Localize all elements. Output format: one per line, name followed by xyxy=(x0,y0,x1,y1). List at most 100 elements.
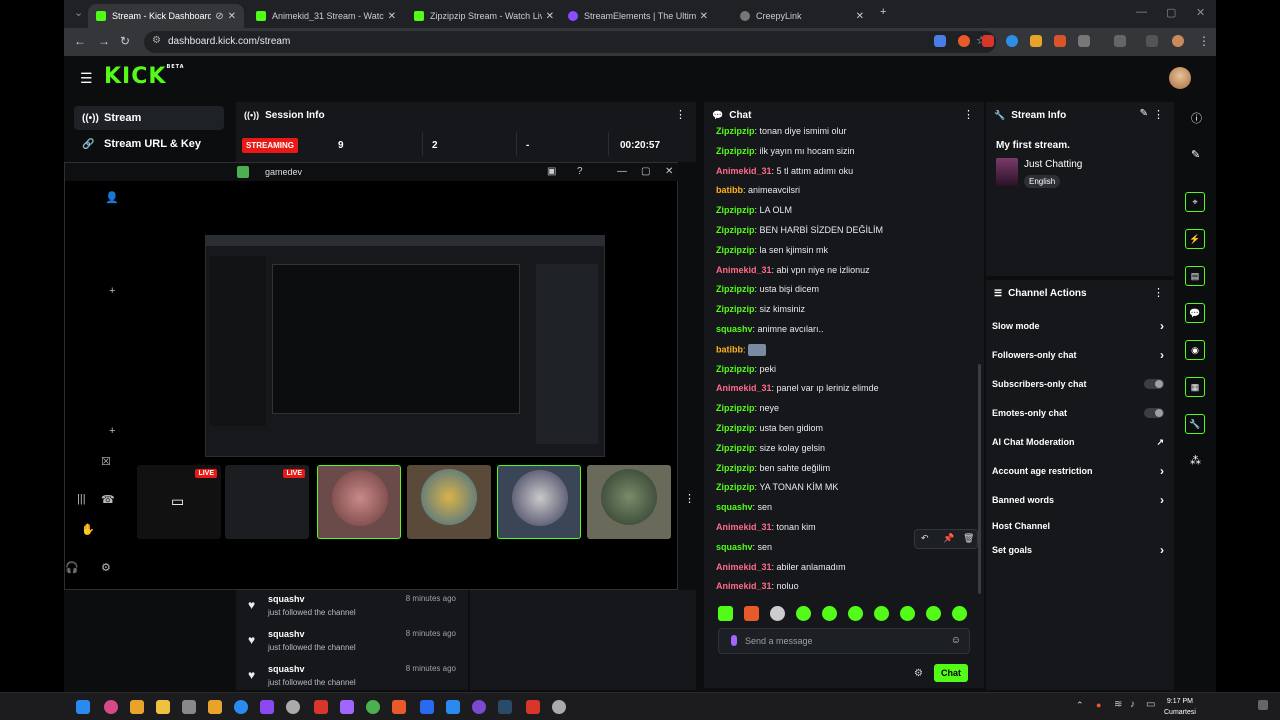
emote-icon[interactable] xyxy=(744,606,759,621)
picture-in-picture-icon[interactable]: ▣ xyxy=(547,166,556,177)
chat-username[interactable]: Animekid_31 xyxy=(716,383,772,393)
windows-start-icon[interactable] xyxy=(76,700,90,714)
close-tab-icon[interactable]: ✕ xyxy=(856,11,864,22)
site-info-icon[interactable]: ⚙ xyxy=(152,35,161,46)
close-tab-icon[interactable]: ✕ xyxy=(228,11,236,22)
taskbar-app-icon[interactable] xyxy=(182,700,196,714)
channel-action-account-age-restriction[interactable]: Account age restriction › xyxy=(992,463,1164,481)
chat-settings-icon[interactable]: ⚙ xyxy=(914,668,923,679)
session-menu-icon[interactable]: ⋮ xyxy=(675,108,686,121)
reply-icon[interactable]: ↶ xyxy=(921,533,929,544)
back-icon[interactable]: ← xyxy=(74,34,86,48)
edit-pencil-icon[interactable]: ✎ xyxy=(1140,108,1148,119)
settings-gear-icon[interactable]: ⚙ xyxy=(101,561,111,574)
chat-username[interactable]: Zipzipzip xyxy=(716,284,755,294)
participant-avatar[interactable] xyxy=(587,465,671,539)
taskbar-app-icon[interactable] xyxy=(286,700,300,714)
taskbar-app-icon[interactable] xyxy=(472,700,486,714)
participant-avatar[interactable] xyxy=(317,465,401,539)
chat-username[interactable]: Animekid_31 xyxy=(716,581,772,591)
maximize-icon[interactable]: ▢ xyxy=(1166,6,1176,19)
taskbar-app-icon[interactable] xyxy=(314,700,328,714)
chat-username[interactable]: batibb xyxy=(716,344,743,354)
emote-icon[interactable] xyxy=(848,606,863,621)
pencil-icon[interactable]: ✎ xyxy=(1191,148,1200,161)
headphones-icon[interactable]: 🎧 xyxy=(65,561,79,574)
forward-icon[interactable]: → xyxy=(98,34,110,48)
chat-username[interactable]: Animekid_31 xyxy=(716,522,772,532)
emote-icon[interactable] xyxy=(770,606,785,621)
close-box-icon[interactable]: ☒ xyxy=(101,455,111,468)
taskbar-app-icon[interactable] xyxy=(526,700,540,714)
chat-username[interactable]: Zipzipzip xyxy=(716,364,755,374)
add-icon[interactable]: + xyxy=(109,285,115,297)
taskbar-app-icon[interactable] xyxy=(104,700,118,714)
wifi-icon[interactable]: ≋ xyxy=(1114,699,1122,710)
emote-icon[interactable] xyxy=(952,606,967,621)
rail-chat-icon[interactable]: 💬 xyxy=(1185,303,1205,323)
chat-username[interactable]: Zipzipzip xyxy=(716,482,755,492)
chat-username[interactable]: batibb xyxy=(716,185,743,195)
taskbar-app-icon[interactable] xyxy=(208,700,222,714)
chat-username[interactable]: Zipzipzip xyxy=(716,126,755,136)
download-icon[interactable] xyxy=(1114,35,1126,47)
chat-username[interactable]: Zipzipzip xyxy=(716,403,755,413)
address-bar[interactable]: ⚙ dashboard.kick.com/stream ⊘ ☆ xyxy=(144,31,996,53)
participant-thumbnail[interactable]: LIVE ▭ xyxy=(137,465,221,539)
chat-username[interactable]: squashv xyxy=(716,502,753,512)
chat-scrollbar[interactable] xyxy=(978,364,981,594)
minimize-icon[interactable]: — xyxy=(617,166,627,177)
emoji-picker-icon[interactable]: ☺ xyxy=(951,635,961,646)
menu-dots-icon[interactable]: ⋮ xyxy=(1198,34,1210,48)
mute-icon[interactable]: ⊘ xyxy=(215,11,223,22)
emote-icon[interactable] xyxy=(926,606,941,621)
popup-titlebar[interactable]: gamedev ▣ ? — ▢ ✕ xyxy=(65,163,679,181)
tab-search-icon[interactable]: ⌄ xyxy=(74,6,83,19)
extension-icon[interactable] xyxy=(1006,35,1018,47)
phone-icon[interactable]: ☎ xyxy=(101,493,115,506)
pin-icon[interactable]: 📌 xyxy=(943,533,954,544)
help-icon[interactable]: ? xyxy=(577,166,583,177)
steam-icon[interactable] xyxy=(498,700,512,714)
nodes-icon[interactable]: ⁂ xyxy=(1190,454,1201,467)
taskbar-app-icon[interactable] xyxy=(234,700,248,714)
channel-actions-menu-icon[interactable]: ⋮ xyxy=(1153,286,1164,299)
channel-action-set-goals[interactable]: Set goals › xyxy=(992,542,1164,560)
minimize-icon[interactable]: — xyxy=(1136,6,1147,18)
new-tab-icon[interactable]: + xyxy=(880,6,886,18)
chat-username[interactable]: Animekid_31 xyxy=(716,562,772,572)
folder-icon[interactable] xyxy=(156,700,170,714)
emote-icon[interactable] xyxy=(900,606,915,621)
chat-username[interactable]: Zipzipzip xyxy=(716,245,755,255)
add-icon[interactable]: + xyxy=(109,425,115,437)
notification-icon[interactable] xyxy=(1258,700,1268,710)
toggle-switch[interactable] xyxy=(1144,379,1164,389)
channel-action-subscribers-only-chat[interactable]: Subscribers-only chat xyxy=(992,376,1164,394)
chrome-icon[interactable] xyxy=(366,700,380,714)
close-tab-icon[interactable]: ✕ xyxy=(388,11,396,22)
emote-icon[interactable] xyxy=(874,606,889,621)
rail-document-icon[interactable]: ▤ xyxy=(1185,266,1205,286)
channel-action-banned-words[interactable]: Banned words › xyxy=(992,492,1164,510)
rail-target-icon[interactable]: ⌖ xyxy=(1185,192,1205,212)
close-tab-icon[interactable]: ✕ xyxy=(700,11,708,22)
taskbar-app-icon[interactable] xyxy=(260,700,274,714)
close-tab-icon[interactable]: ✕ xyxy=(546,11,554,22)
user-avatar[interactable] xyxy=(1169,67,1191,89)
participant-avatar[interactable] xyxy=(497,465,581,539)
chat-username[interactable]: Zipzipzip xyxy=(716,225,755,235)
participant-avatar[interactable] xyxy=(407,465,491,539)
taskbar-app-icon[interactable] xyxy=(130,700,144,714)
maximize-icon[interactable]: ▢ xyxy=(641,166,650,177)
rail-bolt-icon[interactable]: ⚡ xyxy=(1185,229,1205,249)
chat-username[interactable]: Animekid_31 xyxy=(716,166,772,176)
tab-streamelements[interactable]: StreamElements | The Ultimate Str ✕ xyxy=(560,4,716,28)
chat-message-input[interactable] xyxy=(745,634,945,648)
chat-username[interactable]: Zipzipzip xyxy=(716,463,755,473)
tab-animekid[interactable]: Animekid_31 Stream - Watch Live ✕ xyxy=(248,4,404,28)
reload-icon[interactable]: ↻ xyxy=(120,34,130,48)
stream-info-menu-icon[interactable]: ⋮ xyxy=(1153,108,1164,121)
vscode-icon[interactable] xyxy=(446,700,460,714)
kick-logo[interactable]: KICKBETA xyxy=(104,64,185,89)
channel-action-emotes-only-chat[interactable]: Emotes-only chat xyxy=(992,405,1164,423)
